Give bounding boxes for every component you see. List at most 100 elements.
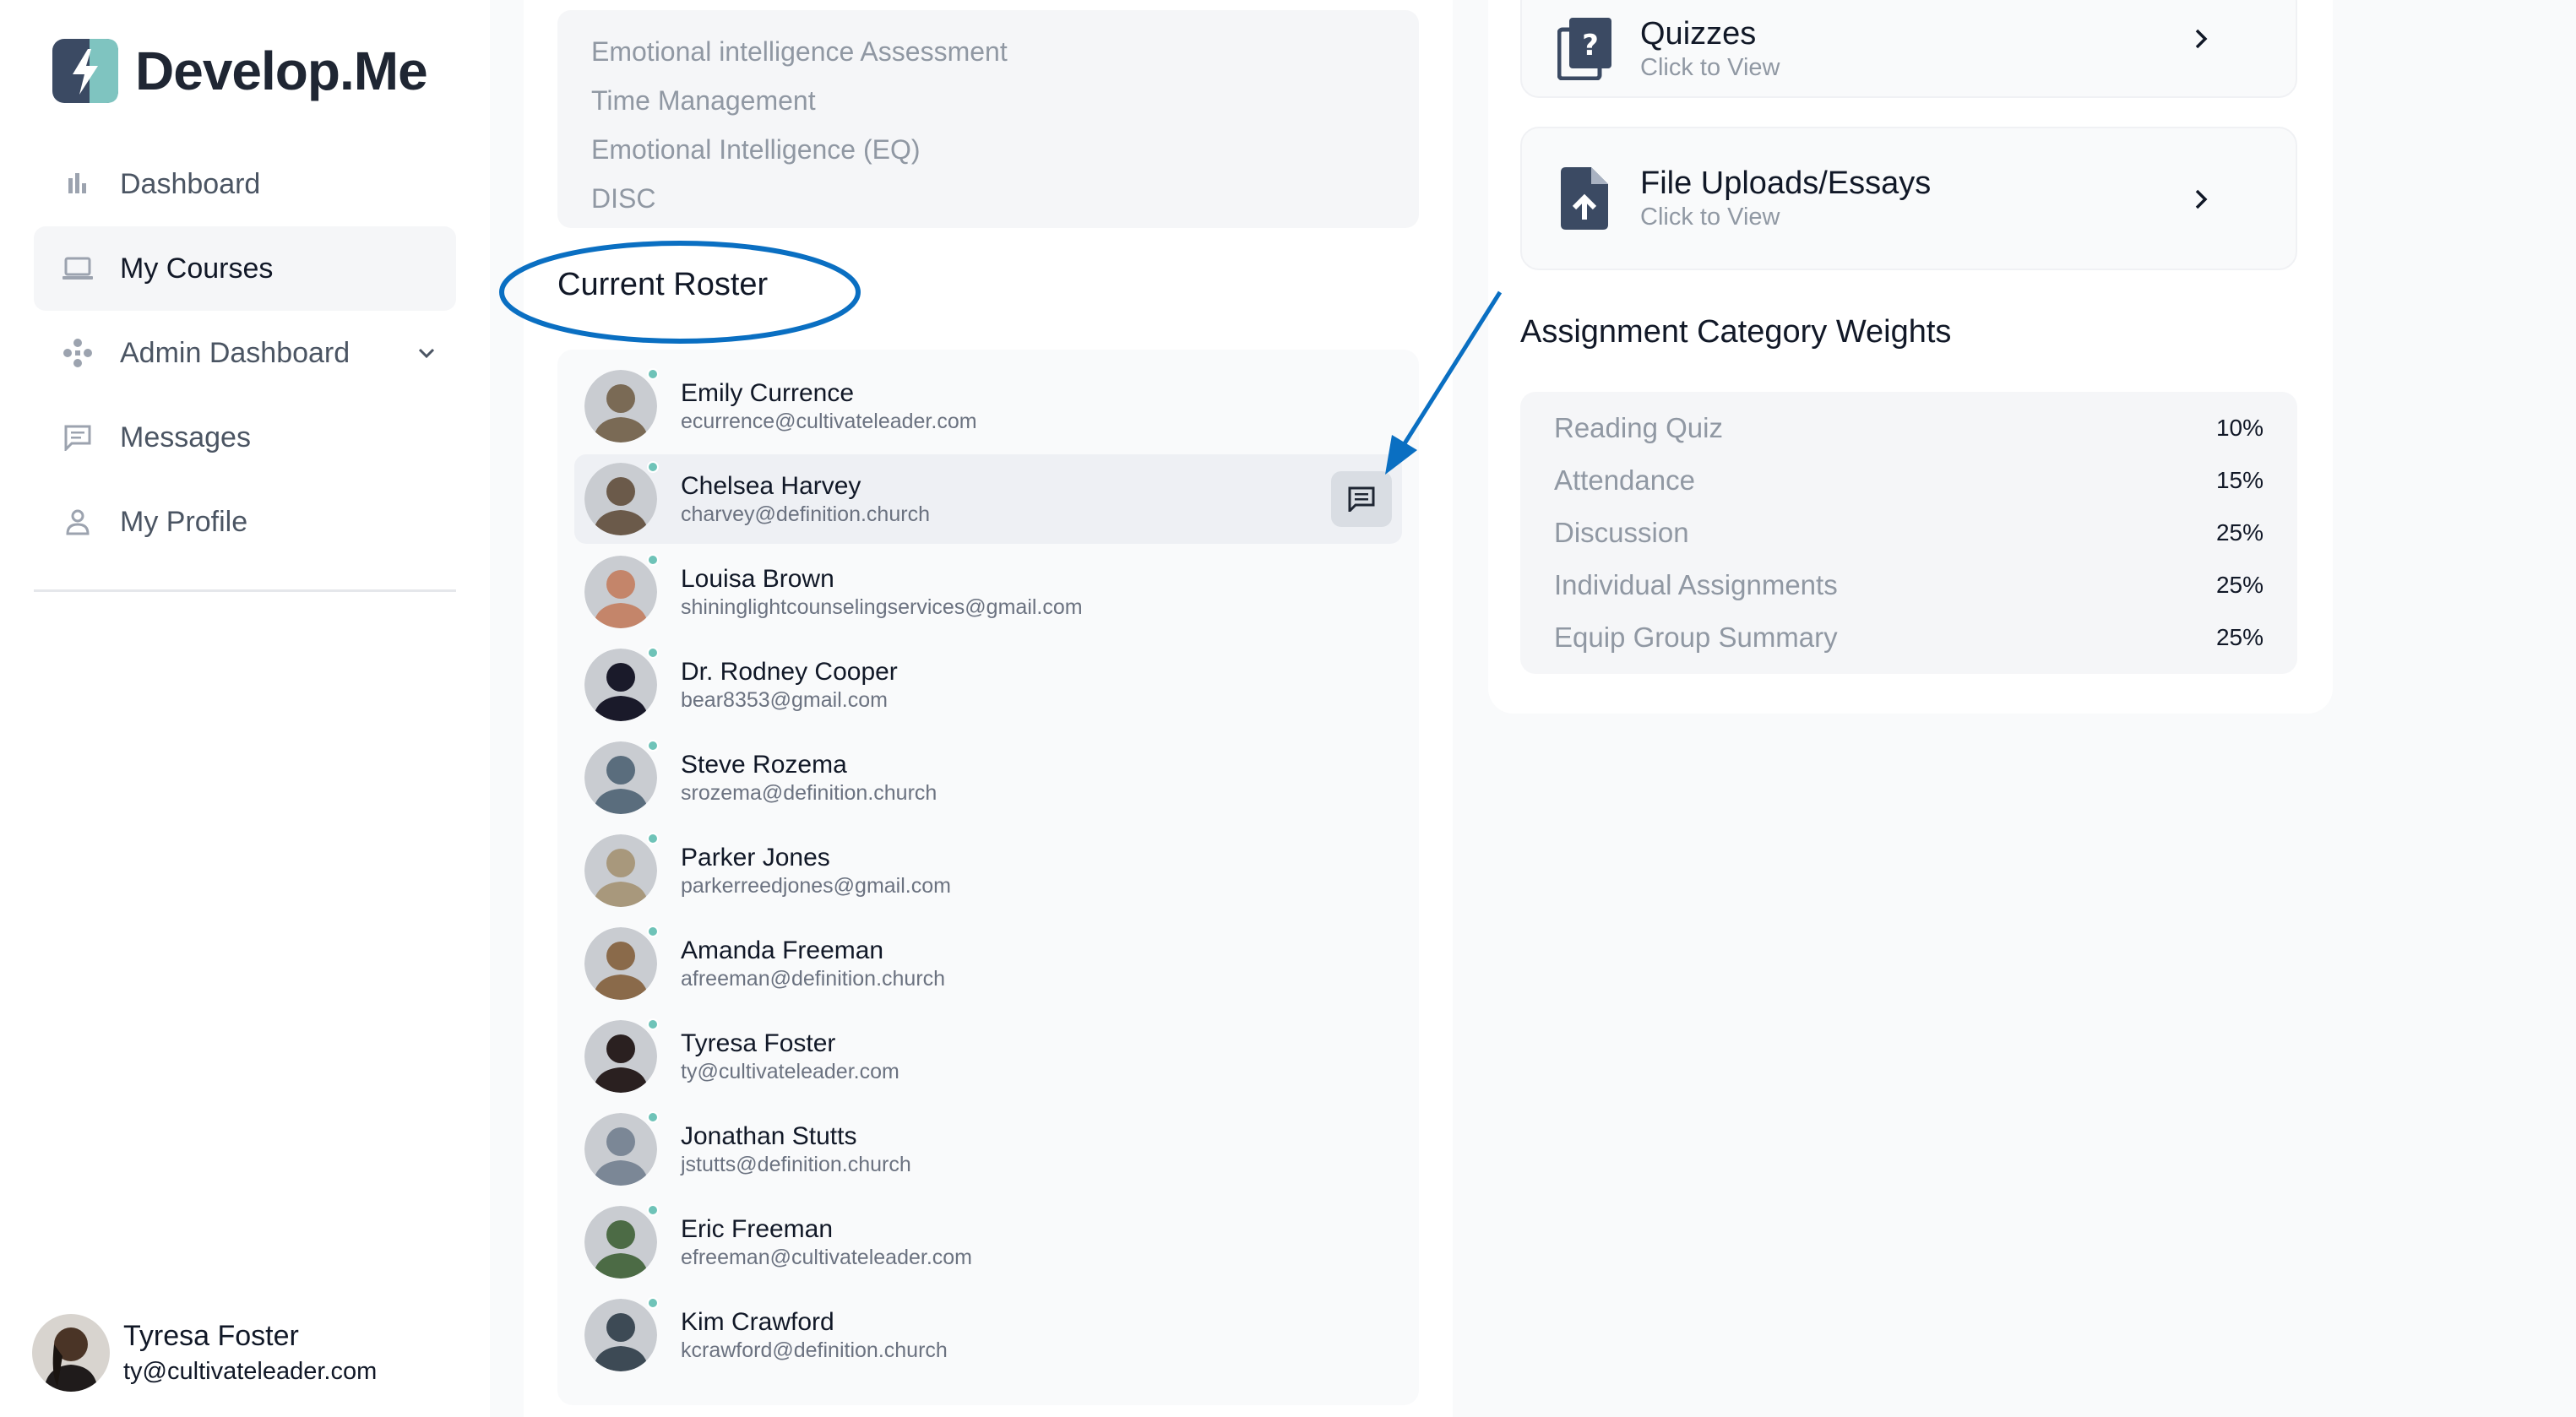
weights-title: Assignment Category Weights [1520,314,1952,350]
table-row: Attendance 15% [1554,454,2264,507]
roster-row[interactable]: Emily Currence ecurrence@cultivateleader.… [574,361,1402,451]
roster-row[interactable]: Jonathan Stutts jstutts@definition.church [574,1105,1402,1194]
sidebar-item-label: Admin Dashboard [120,336,351,369]
chevron-right-icon [2195,189,2208,209]
member-email: charvey@definition.church [681,502,930,526]
avatar [584,647,659,721]
roster-title: Current Roster [557,267,769,302]
avatar [584,1297,659,1371]
list-item[interactable]: Emotional Intelligence (EQ) [591,125,1419,174]
chat-icon [1348,486,1375,512]
sidebar-item-my-courses[interactable]: My Courses [34,226,456,311]
weight-value: 25% [2215,624,2264,650]
online-status-dot [647,554,659,566]
member-email: ecurrence@cultivateleader.com [681,410,977,433]
sidebar-item-label: Messages [120,421,251,453]
chevron-right-icon [2195,29,2208,49]
list-item[interactable]: Time Management [591,76,1419,125]
roster-row[interactable]: Louisa Brown shininglightcounselingservic… [574,547,1402,637]
weight-label: Individual Assignments [1554,569,1838,600]
avatar [584,554,659,628]
online-status-dot [647,1111,659,1123]
message-member-button[interactable] [1331,471,1392,527]
member-name: Jonathan Stutts [681,1122,857,1150]
app-logo[interactable]: Develop.Me [52,39,428,103]
weights-table: Reading Quiz 10% Attendance 15% Discussion… [1520,392,2297,674]
weight-label: Reading Quiz [1554,412,1723,443]
table-row: Individual Assignments 25% [1554,559,2264,611]
current-user[interactable]: Tyresa Foster ty@cultivateleader.com [32,1314,377,1392]
online-status-dot [647,833,659,844]
sidebar-item-label: My Courses [120,252,274,285]
sidebar-item-label: My Profile [120,505,248,538]
sidebar-item-my-profile[interactable]: My Profile [34,480,456,564]
admin-icon [61,336,95,370]
avatar-image [584,1020,657,1093]
online-status-dot [647,368,659,380]
bar-chart-icon [61,167,95,201]
user-name: Tyresa Foster [123,1320,299,1352]
roster-row[interactable]: Eric Freeman efreeman@cultivateleader.com [574,1197,1402,1287]
chevron-down-icon[interactable] [416,342,437,364]
sidebar-item-messages[interactable]: Messages [34,395,456,480]
member-name: Chelsea Harvey [681,472,861,500]
member-email: ty@cultivateleader.com [681,1060,899,1083]
list-item[interactable]: Emotional intelligence Assessment [591,27,1419,76]
quiz-icon: ? [1557,18,1611,80]
user-email: ty@cultivateleader.com [123,1358,378,1385]
tile-subtitle: Click to View [1640,54,1780,81]
table-row: Discussion 25% [1554,507,2264,559]
avatar [584,740,659,814]
avatar [32,1314,110,1392]
online-status-dot [647,926,659,937]
weight-value: 10% [2215,415,2264,441]
avatar-image [584,1206,657,1279]
table-row: Reading Quiz 10% [1554,402,2264,454]
online-status-dot [647,1204,659,1216]
weight-label: Equip Group Summary [1554,622,1838,653]
member-email: srozema@definition.church [681,781,937,805]
roster-row[interactable]: Chelsea Harvey charvey@definition.church [574,454,1402,544]
roster-row[interactable]: Kim Crawford kcrawford@definition.church [574,1290,1402,1380]
member-name: Parker Jones [681,844,830,871]
member-email: afreeman@definition.church [681,967,946,991]
file-upload-icon [1561,167,1608,230]
quizzes-tile[interactable]: ? Quizzes Click to View [1520,0,2297,98]
message-icon [61,421,95,454]
roster-row[interactable]: Parker Jones parkerreedjones@gmail.com [574,826,1402,915]
member-name: Eric Freeman [681,1215,834,1243]
assessments-list: Emotional intelligence Assessment Time M… [557,10,1419,228]
avatar [584,461,659,535]
tile-title: Quizzes [1640,16,1757,52]
sidebar: Develop.Me Dashboard My Courses Admin Da… [0,0,490,1417]
member-name: Amanda Freeman [681,937,884,964]
roster-row[interactable]: Amanda Freeman afreeman@definition.church [574,919,1402,1008]
avatar [584,1111,659,1186]
member-email: kcrawford@definition.church [681,1338,948,1362]
tile-subtitle: Click to View [1640,204,1780,231]
app-name: Develop.Me [135,41,428,101]
avatar-image [584,1299,657,1371]
member-name: Dr. Rodney Cooper [681,658,898,686]
avatar-image [584,556,657,628]
list-item[interactable]: DISC [591,174,1419,223]
roster-list: Emily Currence ecurrence@cultivateleader.… [557,350,1419,1405]
roster-row[interactable]: Dr. Rodney Cooper bear8353@gmail.com [574,640,1402,730]
avatar [584,833,659,907]
roster-row[interactable]: Steve Rozema srozema@definition.church [574,733,1402,823]
member-name: Kim Crawford [681,1308,834,1336]
roster-row[interactable]: Tyresa Foster ty@cultivateleader.com [574,1012,1402,1101]
table-row: Equip Group Summary 25% [1554,611,2264,664]
file-uploads-tile[interactable]: File Uploads/Essays Click to View [1520,127,2297,270]
member-email: shininglightcounselingservices@gmail.com [681,595,1083,619]
avatar-image [584,927,657,1000]
member-email: jstutts@definition.church [681,1153,911,1176]
online-status-dot [647,1018,659,1030]
weight-label: Attendance [1554,464,1695,496]
member-email: bear8353@gmail.com [681,688,888,712]
avatar-image [584,741,657,814]
sidebar-item-admin-dashboard[interactable]: Admin Dashboard [34,311,456,395]
online-status-dot [647,461,659,473]
member-name: Louisa Brown [681,565,834,593]
sidebar-item-dashboard[interactable]: Dashboard [34,142,456,226]
